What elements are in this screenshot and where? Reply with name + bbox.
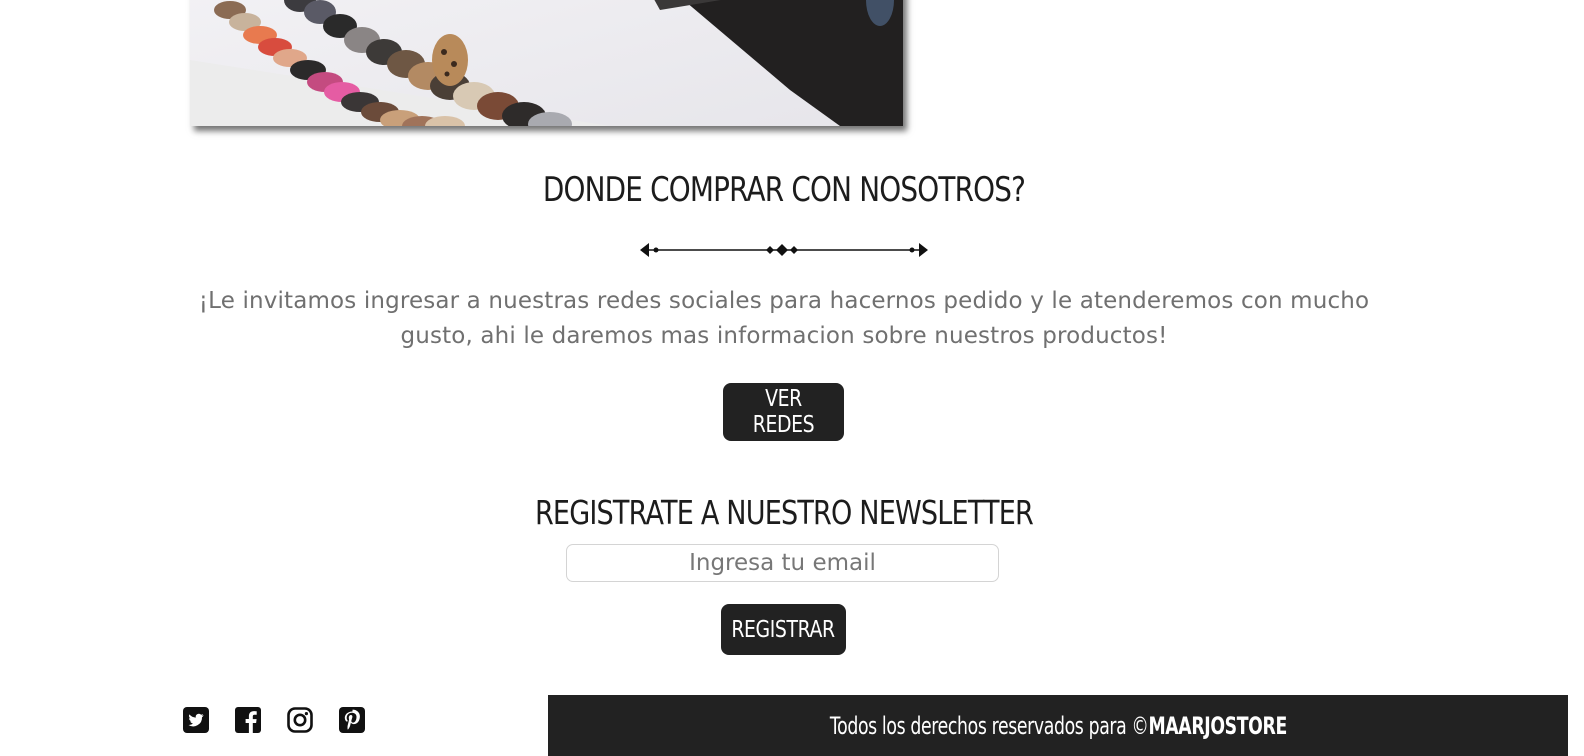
instagram-icon[interactable] [287,707,313,733]
where-to-buy-title: DONDE COMPRAR CON NOSOTROS? [542,170,1026,210]
ornament-divider-icon [640,243,928,257]
hero-shoes-image [190,0,903,126]
ver-redes-label: VER REDES [752,386,815,438]
footer-brand: MAARJOSTORE [1148,711,1287,740]
footer-bar: Todos los derechos reservados para ©MAAR… [548,695,1568,756]
social-links [183,707,365,733]
ver-redes-button[interactable]: VER REDES [723,383,844,441]
registrar-button[interactable]: REGISTRAR [721,604,846,655]
page: DONDE COMPRAR CON NOSOTROS? ¡Le invitamo… [0,0,1584,756]
email-input[interactable] [566,544,999,582]
invite-text: ¡Le invitamos ingresar a nuestras redes … [198,288,1370,349]
footer-copyright: Todos los derechos reservados para ©MAAR… [829,712,1286,740]
pinterest-icon[interactable] [339,707,365,733]
registrar-label: REGISTRAR [731,616,836,643]
scrollbar-gutter [1568,0,1584,756]
facebook-icon[interactable] [235,707,261,733]
newsletter-title: REGISTRATE A NUESTRO NEWSLETTER [534,493,1034,532]
footer-rights-text: Todos los derechos reservados para © [829,711,1149,740]
twitter-icon[interactable] [183,707,209,733]
